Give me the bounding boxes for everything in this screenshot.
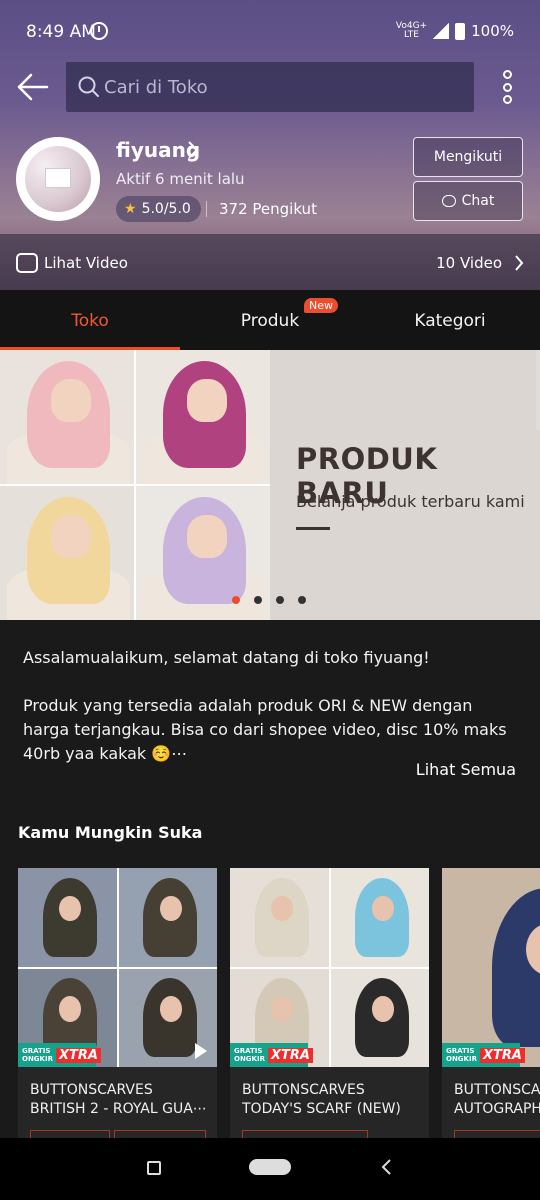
following-button[interactable]: Mengikuti: [413, 137, 523, 177]
search-placeholder: Cari di Toko: [104, 77, 208, 98]
shopee-video-icon: [16, 253, 38, 273]
battery-icon: [455, 22, 466, 40]
network-icon: Vo4G+ LTE: [395, 21, 428, 40]
carousel-dot[interactable]: [232, 596, 240, 604]
top-bar: Cari di Toko: [0, 62, 540, 112]
section-title: Kamu Mungkin Suka: [18, 823, 203, 842]
following-label: Mengikuti: [433, 149, 503, 165]
carousel-dot[interactable]: [276, 596, 284, 604]
promo-banner[interactable]: PRODUK BARU Belanja produk terbaru kami: [0, 350, 540, 620]
product-tag: [30, 1130, 110, 1138]
last-active-status: Aktif 6 menit lalu: [116, 170, 245, 188]
description-body: Produk yang tersedia adalah produk ORI &…: [23, 696, 507, 763]
free-shipping-badge: GRATIS ONGKIR XTRA: [442, 1043, 525, 1067]
shop-description: Assalamualaikum, selamat datang di toko …: [23, 646, 523, 766]
product-name: BUTTONSCARVES TODAY'S SCARF (NEW): [242, 1082, 401, 1117]
status-icons: Vo4G+ LTE 100%: [395, 21, 514, 41]
tab-toko[interactable]: Toko: [0, 290, 180, 350]
free-shipping-badge: GRATIS ONGKIR XTRA: [18, 1043, 101, 1067]
shop-avatar[interactable]: [16, 137, 100, 221]
video-label: Lihat Video: [44, 254, 128, 272]
divider: [206, 201, 207, 217]
video-count: 10 Video: [436, 254, 502, 272]
system-nav-bar: [0, 1138, 540, 1200]
product-image: GRATIS ONGKIR XTRA: [230, 868, 429, 1067]
product-image: GRATIS ONGKIR XTRA: [18, 868, 217, 1067]
shop-video-row[interactable]: Lihat Video 10 Video: [0, 236, 540, 290]
banner-photo: [0, 350, 134, 484]
recent-apps-icon[interactable]: [147, 1161, 161, 1175]
new-badge: New: [304, 298, 338, 313]
back-arrow-icon[interactable]: [16, 72, 50, 102]
star-icon: ★: [124, 201, 137, 217]
status-bar: 8:49 AM Vo4G+ LTE 100%: [0, 0, 540, 56]
product-image: GRATIS ONGKIR XTRA: [442, 868, 540, 1067]
chat-button[interactable]: Chat: [413, 181, 523, 221]
search-icon: [78, 76, 99, 97]
banner-photo-grid: [0, 350, 270, 620]
alarm-icon: [90, 22, 108, 40]
shop-search-input[interactable]: Cari di Toko: [66, 62, 474, 112]
product-tag: [242, 1130, 368, 1138]
product-name: BUTTONSCA AUTOGRAPH: [454, 1082, 540, 1117]
chat-label: Chat: [461, 193, 495, 209]
recommendation-carousel: GRATIS ONGKIR XTRA BUTTONSCARVES BRITISH…: [18, 868, 540, 1138]
product-card[interactable]: GRATIS ONGKIR XTRA BUTTONSCARVES BRITISH…: [18, 868, 217, 1138]
signal-icon: [433, 23, 450, 39]
product-card[interactable]: GRATIS ONGKIR XTRA BUTTONSCARVES TODAY'S…: [230, 868, 429, 1138]
free-shipping-badge: GRATIS ONGKIR XTRA: [230, 1043, 313, 1067]
nav-back-icon[interactable]: [380, 1158, 392, 1176]
follower-count[interactable]: 372 Pengikut: [219, 200, 317, 218]
banner-photo: [136, 350, 270, 484]
product-name: BUTTONSCARVES BRITISH 2 - ROYAL GUA⋯: [30, 1082, 207, 1117]
status-time: 8:49 AM: [26, 22, 96, 42]
product-card[interactable]: GRATIS ONGKIR XTRA BUTTONSCA AUTOGRAPH: [442, 868, 540, 1138]
carousel-dot[interactable]: [298, 596, 306, 604]
banner-divider: [296, 527, 330, 530]
play-icon: [195, 1043, 207, 1059]
tab-kategori[interactable]: Kategori: [360, 290, 540, 350]
scrollbar: [536, 350, 540, 430]
shop-tabs: Toko Produk Kategori: [0, 290, 540, 350]
more-options-icon[interactable]: [500, 70, 514, 104]
chat-icon: [441, 195, 456, 207]
chevron-right-icon[interactable]: [186, 140, 200, 160]
banner-photo: [0, 486, 134, 620]
battery-level: 100%: [471, 22, 514, 40]
rating-value: 5.0/5.0: [141, 201, 191, 217]
chevron-right-icon: [515, 255, 524, 271]
banner-subtitle: Belanja produk terbaru kami: [296, 492, 525, 511]
see-all-link[interactable]: Lihat Semua: [416, 760, 516, 779]
product-tag: [454, 1130, 540, 1138]
product-tag: [114, 1130, 206, 1138]
carousel-dot[interactable]: [254, 596, 262, 604]
shop-rating[interactable]: ★ 5.0/5.0: [116, 196, 201, 222]
home-pill-icon[interactable]: [249, 1159, 291, 1175]
carousel-dots: [232, 596, 306, 604]
description-greeting: Assalamualaikum, selamat datang di toko …: [23, 648, 430, 667]
